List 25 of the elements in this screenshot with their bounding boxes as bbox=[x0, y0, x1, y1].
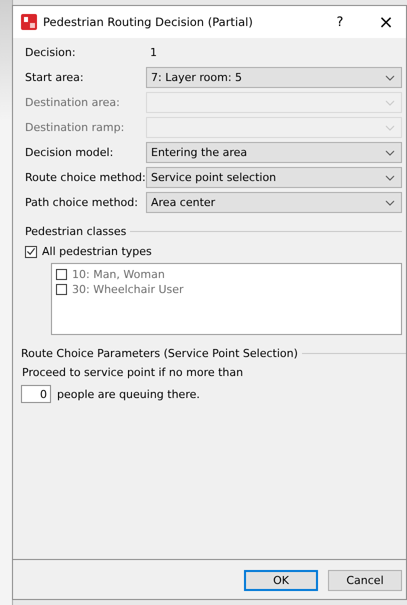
help-button[interactable]: ? bbox=[320, 7, 360, 37]
group-title: Pedestrian classes bbox=[25, 225, 126, 238]
field-label: Start area: bbox=[25, 71, 85, 84]
field-label: Destination ramp: bbox=[25, 121, 126, 134]
list-item-label: 30: Wheelchair User bbox=[72, 283, 184, 296]
close-button[interactable]: × bbox=[366, 7, 406, 37]
suffix-text: people are queuing there. bbox=[57, 388, 200, 400]
field-label: Destination area: bbox=[25, 96, 121, 109]
window-title: Pedestrian Routing Decision (Partial) bbox=[43, 15, 254, 29]
dropdown[interactable]: Service point selection bbox=[146, 167, 402, 188]
field-label: Decision: bbox=[25, 46, 77, 59]
queue-count-field[interactable]: 0 bbox=[21, 385, 51, 403]
checkbox-label: All pedestrian types bbox=[42, 245, 152, 258]
field-label: Route choice method: bbox=[25, 171, 146, 184]
decision-value: 1 bbox=[149, 45, 158, 61]
group-title: Route Choice Parameters (Service Point Selection) bbox=[21, 347, 298, 360]
ok-button[interactable]: OK bbox=[244, 570, 318, 591]
instruction-text: Proceed to service point if no more than bbox=[22, 366, 244, 379]
dropdown[interactable]: 7: Layer room: 5 bbox=[146, 67, 402, 88]
dropdown[interactable]: Area center bbox=[146, 192, 402, 213]
cancel-button[interactable]: Cancel bbox=[328, 570, 402, 591]
field-label: Path choice method: bbox=[25, 196, 139, 209]
list-item-label: 10: Man, Woman bbox=[72, 268, 165, 281]
field-label: Decision model: bbox=[25, 146, 114, 159]
dropdown[interactable]: Entering the area bbox=[146, 142, 402, 163]
